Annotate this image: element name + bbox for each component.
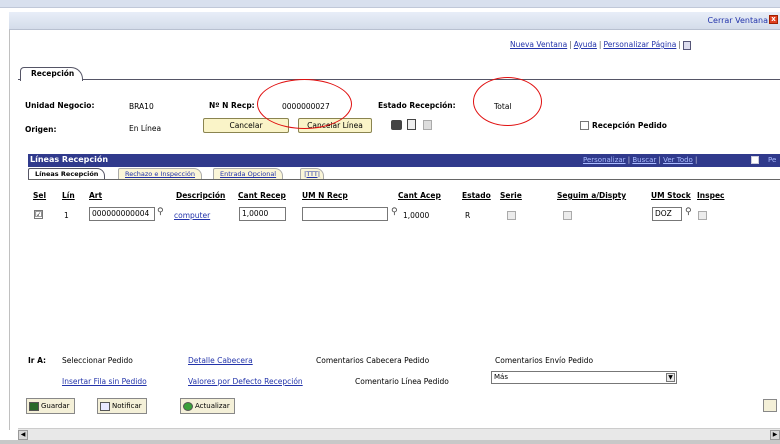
- goto-default-values-link[interactable]: Valores por Defecto Recepción: [188, 377, 303, 386]
- grid-download-icon[interactable]: [751, 156, 759, 164]
- grid-title: Líneas Recepción: [30, 155, 109, 164]
- uom-search-icon[interactable]: ⚲: [391, 207, 398, 217]
- unit-label: Unidad Negocio:: [25, 101, 95, 110]
- col-stock-uom[interactable]: UM Stock: [651, 191, 691, 200]
- disabled-icon: [423, 120, 432, 130]
- subtab-entrada[interactable]: Entrada Opcional: [213, 168, 284, 179]
- grid-customize-link[interactable]: Personalizar: [583, 156, 626, 164]
- goto-header-detail-link[interactable]: Detalle Cabecera: [188, 356, 253, 365]
- link-separator: |: [678, 40, 681, 49]
- link-separator: |: [598, 40, 602, 49]
- help-link[interactable]: Ayuda: [574, 40, 597, 49]
- grid-first-link[interactable]: Pe: [768, 156, 776, 164]
- origin-label: Origen:: [25, 125, 57, 134]
- tab-bar: [18, 64, 780, 80]
- qty-accepted-value: 1,0000: [403, 211, 430, 220]
- link-separator: |: [569, 40, 572, 49]
- chevron-down-icon[interactable]: ▼: [666, 373, 675, 382]
- refresh-button[interactable]: Actualizar: [180, 398, 235, 414]
- top-strip: [0, 0, 780, 8]
- col-tracking[interactable]: Seguim a/Dispty: [557, 191, 626, 200]
- col-qty-recv[interactable]: Cant Recep: [238, 191, 286, 200]
- origin-value: En Línea: [129, 124, 162, 133]
- save-icon: [29, 401, 39, 411]
- grid-view-all-link[interactable]: Ver Todo: [663, 156, 693, 164]
- save-button[interactable]: Guardar: [26, 398, 75, 414]
- notify-button-label: Notificar: [112, 402, 142, 410]
- goto-insert-row-link[interactable]: Insertar Fila sin Pedido: [62, 377, 147, 386]
- goto-select-order[interactable]: Seleccionar Pedido: [62, 356, 133, 365]
- print-icon[interactable]: [391, 120, 402, 130]
- close-window-link[interactable]: Cerrar Ventana: [707, 16, 768, 25]
- serial-checkbox: [507, 211, 516, 220]
- row-line-number: 1: [64, 211, 69, 220]
- grid-divider: [28, 179, 780, 180]
- col-sel[interactable]: Sel: [33, 191, 46, 200]
- inspect-checkbox: [698, 211, 707, 220]
- annotation-circle: [257, 79, 352, 129]
- scroll-left-icon[interactable]: ◀: [18, 430, 28, 440]
- subtab-rechazo[interactable]: Rechazo e Inspección: [118, 168, 203, 179]
- left-border: [9, 30, 10, 430]
- save-button-label: Guardar: [41, 402, 70, 410]
- copy-icon[interactable]: [407, 119, 416, 130]
- stock-uom-input[interactable]: DOZ: [652, 207, 682, 221]
- bottom-border: [0, 440, 780, 444]
- col-qty-accepted[interactable]: Cant Acep: [398, 191, 441, 200]
- tracking-checkbox: [563, 211, 572, 220]
- stock-uom-search-icon[interactable]: ⚲: [685, 207, 692, 217]
- horizontal-scrollbar[interactable]: ◀ ▶: [18, 428, 780, 440]
- goto-header-comments[interactable]: Comentarios Cabecera Pedido: [316, 356, 429, 365]
- goto-label: Ir A:: [28, 356, 47, 365]
- more-select-value: Más: [494, 373, 508, 381]
- close-icon[interactable]: x: [769, 15, 778, 24]
- qty-received-input[interactable]: 1,0000: [239, 207, 286, 221]
- col-description[interactable]: Descripción: [176, 191, 225, 200]
- status-value-row: R: [465, 211, 471, 220]
- subtab-lineas[interactable]: Líneas Recepción: [28, 168, 106, 179]
- annotation-circle: [473, 77, 542, 126]
- refresh-button-label: Actualizar: [195, 402, 230, 410]
- more-select[interactable]: Más ▼: [491, 371, 677, 384]
- window-bar: Cerrar Ventana x: [9, 12, 780, 30]
- col-serial[interactable]: Serie: [500, 191, 522, 200]
- subtab-show-all[interactable]: |TTT|: [300, 168, 325, 179]
- goto-line-comment[interactable]: Comentario Línea Pedido: [355, 377, 449, 386]
- grid-header: Líneas Recepción Personalizar | Buscar |…: [28, 154, 780, 167]
- item-search-icon[interactable]: ⚲: [157, 207, 164, 217]
- col-uom-recv[interactable]: UM N Recp: [302, 191, 348, 200]
- description-link[interactable]: computer: [174, 211, 210, 220]
- tab-recepcion[interactable]: Recepción: [20, 67, 84, 81]
- col-inspect[interactable]: Inspec: [697, 191, 725, 200]
- col-item[interactable]: Art: [89, 191, 102, 200]
- col-status[interactable]: Estado: [462, 191, 491, 200]
- uom-received-input[interactable]: [302, 207, 388, 221]
- new-window-link[interactable]: Nueva Ventana: [510, 40, 567, 49]
- receipt-label: Nº N Recp:: [209, 101, 255, 110]
- customize-page-link[interactable]: Personalizar Página: [603, 40, 676, 49]
- notify-button[interactable]: Notificar: [97, 398, 147, 414]
- unit-value: BRA10: [129, 102, 154, 111]
- receipt-order-label: Recepción Pedido: [592, 121, 667, 130]
- item-input[interactable]: 000000000004: [89, 207, 155, 221]
- notify-icon: [100, 401, 110, 411]
- grid-links: Personalizar | Buscar | Ver Todo |: [583, 156, 698, 164]
- scroll-right-icon[interactable]: ▶: [770, 430, 780, 440]
- refresh-icon: [183, 401, 193, 411]
- goto-shipment-comments[interactable]: Comentarios Envío Pedido: [495, 356, 593, 365]
- grid-search-link[interactable]: Buscar: [632, 156, 656, 164]
- page-icon[interactable]: [682, 40, 691, 50]
- col-line[interactable]: Lín: [62, 191, 75, 200]
- next-icon[interactable]: [763, 399, 777, 412]
- row-select-checkbox[interactable]: ☑: [34, 210, 43, 219]
- receipt-order-checkbox[interactable]: [580, 121, 589, 130]
- status-label: Estado Recepción:: [378, 101, 456, 110]
- top-links: Nueva Ventana | Ayuda | Personalizar Página |: [510, 40, 691, 50]
